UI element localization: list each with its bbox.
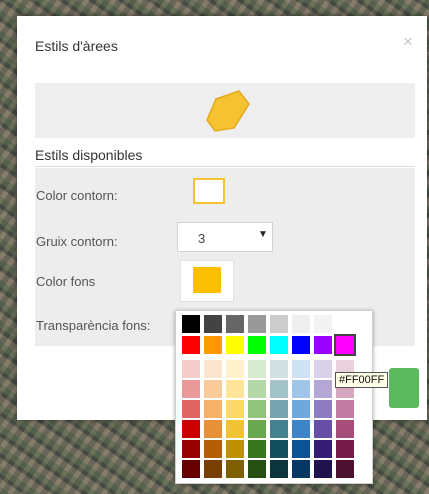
transparency-label: Transparència fons: [36,318,151,333]
color-cell[interactable] [248,360,266,378]
outline-width-select[interactable]: 3 ▼ [177,222,273,252]
color-cell[interactable] [182,315,200,333]
color-cell[interactable] [182,336,200,354]
color-cell[interactable] [182,440,200,458]
color-cell[interactable] [292,420,310,438]
color-cell[interactable] [226,460,244,478]
color-cell[interactable] [248,420,266,438]
color-cell[interactable] [226,440,244,458]
color-cell[interactable] [314,315,332,333]
color-cell[interactable] [204,440,222,458]
color-cell[interactable] [204,336,222,354]
color-cell[interactable] [336,460,354,478]
outline-width-label: Gruix contorn: [36,234,118,249]
color-cell[interactable] [336,440,354,458]
color-cell[interactable] [314,460,332,478]
color-cell[interactable] [292,460,310,478]
dialog-title: Estils d'àrees [35,38,118,54]
outline-width-value: 3 [198,231,206,246]
color-cell[interactable] [204,315,222,333]
style-preview [35,83,415,138]
color-cell[interactable] [314,420,332,438]
color-cell[interactable] [270,336,288,354]
color-cell[interactable] [226,380,244,398]
color-cell[interactable] [182,380,200,398]
color-cell[interactable] [248,336,266,354]
color-cell[interactable] [292,440,310,458]
available-styles-heading: Estils disponibles [35,147,143,163]
color-cell[interactable] [336,315,354,333]
section-divider [35,166,415,167]
color-cell[interactable] [248,460,266,478]
color-cell[interactable] [292,336,310,354]
color-cell[interactable] [182,400,200,418]
color-cell[interactable] [204,380,222,398]
color-cell[interactable] [314,440,332,458]
color-cell[interactable] [292,315,310,333]
color-cell[interactable] [226,400,244,418]
close-icon[interactable]: × [403,32,413,52]
color-palette [175,310,373,484]
chevron-down-icon: ▼ [258,229,268,240]
color-cell[interactable] [270,440,288,458]
color-cell[interactable] [204,400,222,418]
color-cell[interactable] [226,336,244,354]
color-cell[interactable] [270,420,288,438]
color-cell[interactable] [182,420,200,438]
color-cell[interactable] [270,460,288,478]
color-cell[interactable] [248,400,266,418]
color-cell[interactable] [314,360,332,378]
color-cell[interactable] [226,315,244,333]
color-cell[interactable] [292,380,310,398]
color-cell[interactable] [334,334,356,356]
color-cell[interactable] [270,400,288,418]
color-cell[interactable] [226,360,244,378]
color-cell[interactable] [182,460,200,478]
fill-color-picker[interactable] [180,260,234,302]
color-cell[interactable] [314,336,332,354]
color-cell[interactable] [292,400,310,418]
color-tooltip: #FF00FF [335,372,389,388]
color-cell[interactable] [270,380,288,398]
outline-color-label: Color contorn: [36,188,118,203]
color-cell[interactable] [204,420,222,438]
color-cell[interactable] [248,440,266,458]
accept-button[interactable] [389,368,419,408]
color-cell[interactable] [336,420,354,438]
outline-color-swatch[interactable] [193,178,225,204]
color-cell[interactable] [314,380,332,398]
color-cell[interactable] [292,360,310,378]
color-cell[interactable] [182,360,200,378]
color-cell[interactable] [336,400,354,418]
color-cell[interactable] [248,315,266,333]
color-cell[interactable] [248,380,266,398]
color-cell[interactable] [204,460,222,478]
polygon-preview-icon [206,90,250,132]
color-cell[interactable] [270,315,288,333]
color-cell[interactable] [314,400,332,418]
fill-color-label: Color fons [36,274,96,289]
color-cell[interactable] [270,360,288,378]
color-cell[interactable] [204,360,222,378]
color-cell[interactable] [226,420,244,438]
fill-color-swatch [193,267,221,293]
